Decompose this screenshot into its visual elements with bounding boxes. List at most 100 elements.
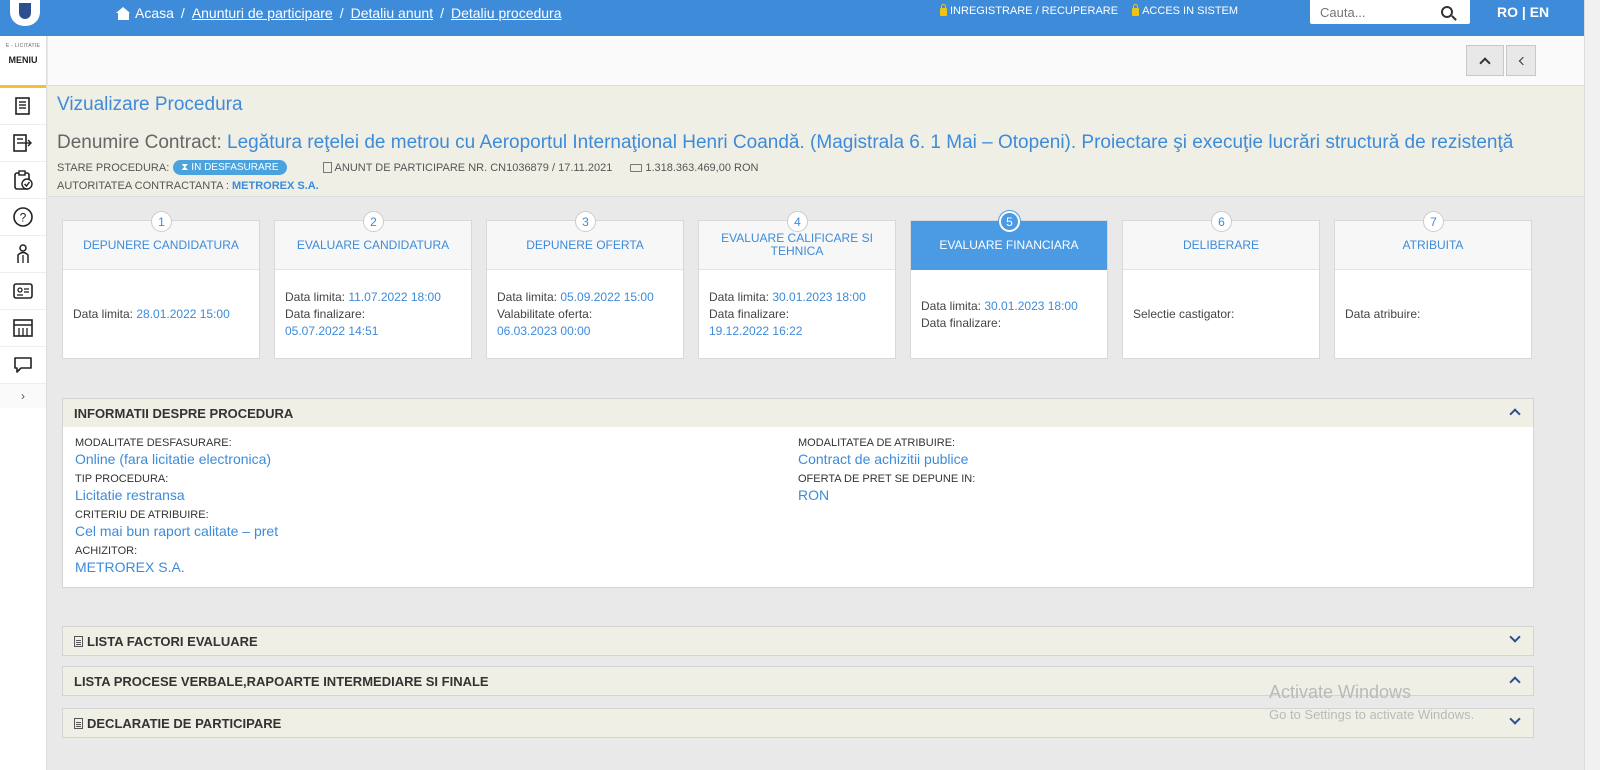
back-button[interactable] bbox=[1506, 45, 1536, 76]
step-body: Data atribuire: bbox=[1335, 270, 1531, 359]
field-value: Licitatie restransa bbox=[75, 487, 185, 503]
status-value: IN DESFASURARE bbox=[191, 162, 279, 173]
person-icon bbox=[17, 244, 29, 263]
search-input[interactable] bbox=[1310, 1, 1435, 23]
step-line-label: Data finalizare: bbox=[709, 307, 790, 321]
evaluation-factors-header[interactable]: LISTA FACTORI EVALUARE bbox=[63, 627, 1533, 655]
sidebar-item-idcard[interactable] bbox=[0, 273, 46, 310]
step-line-value: 06.03.2023 00:00 bbox=[497, 324, 591, 338]
authority-label: AUTORITATEA CONTRACTANTA : bbox=[57, 180, 229, 192]
sidebar-item-help[interactable]: ? bbox=[0, 199, 46, 236]
step-body: Data limita: 30.01.2023 18:00 Data final… bbox=[699, 270, 895, 359]
step-line-label: Valabilitate oferta: bbox=[497, 307, 593, 321]
evaluation-factors-title: LISTA FACTORI EVALUARE bbox=[87, 633, 258, 649]
contract-name-line: Denumire Contract: Legătura reţelei de m… bbox=[57, 132, 1537, 154]
info-panel-title: INFORMATII DESPRE PROCEDURA bbox=[74, 405, 294, 421]
step-body: Data limita: 05.09.2022 15:00 Valabilita… bbox=[487, 270, 683, 359]
field-value[interactable]: METROREX S.A. bbox=[75, 559, 798, 575]
step-number: 4 bbox=[787, 211, 808, 232]
field-label: OFERTA DE PRET SE DEPUNE IN: bbox=[798, 473, 976, 485]
procedure-meta: STARE PROCEDURA: ⧗ IN DESFASURARE ANUNT … bbox=[57, 160, 1575, 175]
language-switch[interactable]: RO | EN bbox=[1497, 4, 1549, 20]
document-icon bbox=[322, 162, 332, 173]
document-list-icon bbox=[15, 97, 30, 115]
sidebar-expand-button[interactable]: › bbox=[0, 384, 46, 408]
chevron-left-icon bbox=[1518, 56, 1527, 65]
contract-name: Legătura reţelei de metrou cu Aeroportul… bbox=[227, 132, 1514, 153]
sidebar-item-person[interactable] bbox=[0, 236, 46, 273]
breadcrumb-notice-detail[interactable]: Detaliu anunt bbox=[351, 5, 434, 21]
step-line-value: 19.12.2022 16:22 bbox=[709, 324, 803, 338]
page-title: Vizualizare Procedura bbox=[57, 94, 243, 115]
money-icon bbox=[630, 163, 643, 172]
step-line-value: 30.01.2023 18:00 bbox=[984, 298, 1078, 313]
sidebar-item-export[interactable] bbox=[0, 125, 46, 162]
field-value: Cel mai bun raport calitate – pret bbox=[75, 523, 279, 539]
authority-value[interactable]: METROREX S.A. bbox=[232, 180, 319, 192]
breadcrumb-separator: / bbox=[440, 5, 444, 21]
hourglass-icon: ⧗ bbox=[181, 162, 189, 173]
step-body: Selectie castigator: bbox=[1123, 270, 1319, 359]
step-line-label: Data limita: bbox=[73, 307, 137, 321]
lock-icon bbox=[940, 4, 947, 16]
breadcrumb-procedure-detail[interactable]: Detaliu procedura bbox=[451, 5, 562, 21]
estimated-value: 1.318.363.469,00 RON bbox=[645, 161, 759, 174]
page-scrollbar[interactable] bbox=[1584, 0, 1600, 770]
breadcrumb-home[interactable]: Acasa bbox=[116, 5, 174, 21]
step-3[interactable]: DEPUNERE OFERTA 3 Data limita: 05.09.202… bbox=[486, 211, 684, 359]
field-value: Online (fara licitatie electronica) bbox=[75, 451, 272, 467]
chevron-up-icon[interactable] bbox=[1509, 408, 1521, 420]
menu-label: MENIU bbox=[8, 55, 38, 65]
authority-line: AUTORITATEA CONTRACTANTA : METROREX S.A. bbox=[57, 180, 1575, 192]
notice-number: ANUNT DE PARTICIPARE NR. CN1036879 / 17.… bbox=[334, 161, 613, 174]
breadcrumb-home-label[interactable]: Acasa bbox=[135, 5, 174, 21]
breadcrumb-announcements[interactable]: Anunturi de participare bbox=[192, 5, 333, 21]
step-body: Data limita: 28.01.2022 15:00 bbox=[63, 270, 259, 359]
step-line-label: Data limita: bbox=[921, 298, 985, 313]
home-icon bbox=[116, 6, 131, 20]
left-sidebar: E - LICITATIE MENIU ? › bbox=[0, 36, 47, 770]
step-line-label: Data atribuire: bbox=[1345, 307, 1421, 321]
collapse-up-button[interactable] bbox=[1466, 45, 1504, 76]
info-panel-header[interactable]: INFORMATII DESPRE PROCEDURA bbox=[63, 399, 1533, 427]
step-7[interactable]: ATRIBUITA 7 Data atribuire: bbox=[1334, 211, 1532, 359]
step-5[interactable]: EVALUARE FINANCIARA 5 Data limita: 30.01… bbox=[910, 211, 1108, 359]
step-line-label: Data finalizare: bbox=[285, 307, 366, 321]
file-icon bbox=[74, 635, 83, 647]
sidebar-item-documents[interactable] bbox=[0, 88, 46, 125]
sidebar-item-chat[interactable] bbox=[0, 347, 46, 384]
field-label: MODALITATEA DE ATRIBUIRE: bbox=[798, 437, 956, 449]
step-1[interactable]: DEPUNERE CANDIDATURA 1 Data limita: 28.0… bbox=[62, 211, 260, 359]
register-link[interactable]: INREGISTRARE / RECUPERARE bbox=[940, 4, 1118, 17]
sidebar-item-catalog[interactable] bbox=[0, 310, 46, 347]
brand-small-label: E - LICITATIE bbox=[5, 43, 41, 49]
field-label: CRITERIU DE ATRIBUIRE: bbox=[75, 509, 209, 521]
search-icon[interactable] bbox=[1441, 6, 1453, 18]
step-6[interactable]: DELIBERARE 6 Selectie castigator: bbox=[1122, 211, 1320, 359]
status-badge: ⧗ IN DESFASURARE bbox=[173, 160, 287, 175]
contract-label: Denumire Contract: bbox=[57, 132, 222, 153]
chevron-down-icon[interactable] bbox=[1509, 713, 1521, 725]
breadcrumb: Acasa / Anunturi de participare / Detali… bbox=[116, 5, 562, 21]
step-4[interactable]: EVALUARE CALIFICARE SI TEHNICA 4 Data li… bbox=[698, 211, 896, 359]
step-line-value: 05.09.2022 15:00 bbox=[560, 290, 654, 304]
site-logo[interactable] bbox=[10, 0, 40, 26]
field-label: ACHIZITOR: bbox=[75, 545, 138, 557]
step-number: 1 bbox=[151, 211, 172, 232]
login-link[interactable]: ACCES IN SISTEM bbox=[1132, 4, 1238, 17]
info-left-column: MODALITATE DESFASURARE: Online (fara lic… bbox=[75, 437, 798, 575]
sidebar-brand[interactable]: E - LICITATIE MENIU bbox=[0, 36, 46, 88]
step-line-value: 28.01.2022 15:00 bbox=[136, 307, 230, 321]
step-line-label: Data limita: bbox=[285, 290, 349, 304]
field-label: TIP PROCEDURA: bbox=[75, 473, 169, 485]
breadcrumb-separator: / bbox=[339, 5, 344, 21]
step-2[interactable]: EVALUARE CANDIDATURA 2 Data limita: 11.0… bbox=[274, 211, 472, 359]
clipboard-check-icon bbox=[14, 170, 33, 190]
field-value: RON bbox=[798, 487, 830, 503]
chevron-down-icon[interactable] bbox=[1509, 631, 1521, 643]
sidebar-item-clipboard[interactable] bbox=[0, 162, 46, 199]
chevron-up-icon[interactable] bbox=[1509, 676, 1521, 688]
toolbar bbox=[48, 36, 1584, 86]
step-number: 6 bbox=[1211, 211, 1232, 232]
procedure-header: Vizualizare Procedura Denumire Contract:… bbox=[48, 86, 1584, 197]
